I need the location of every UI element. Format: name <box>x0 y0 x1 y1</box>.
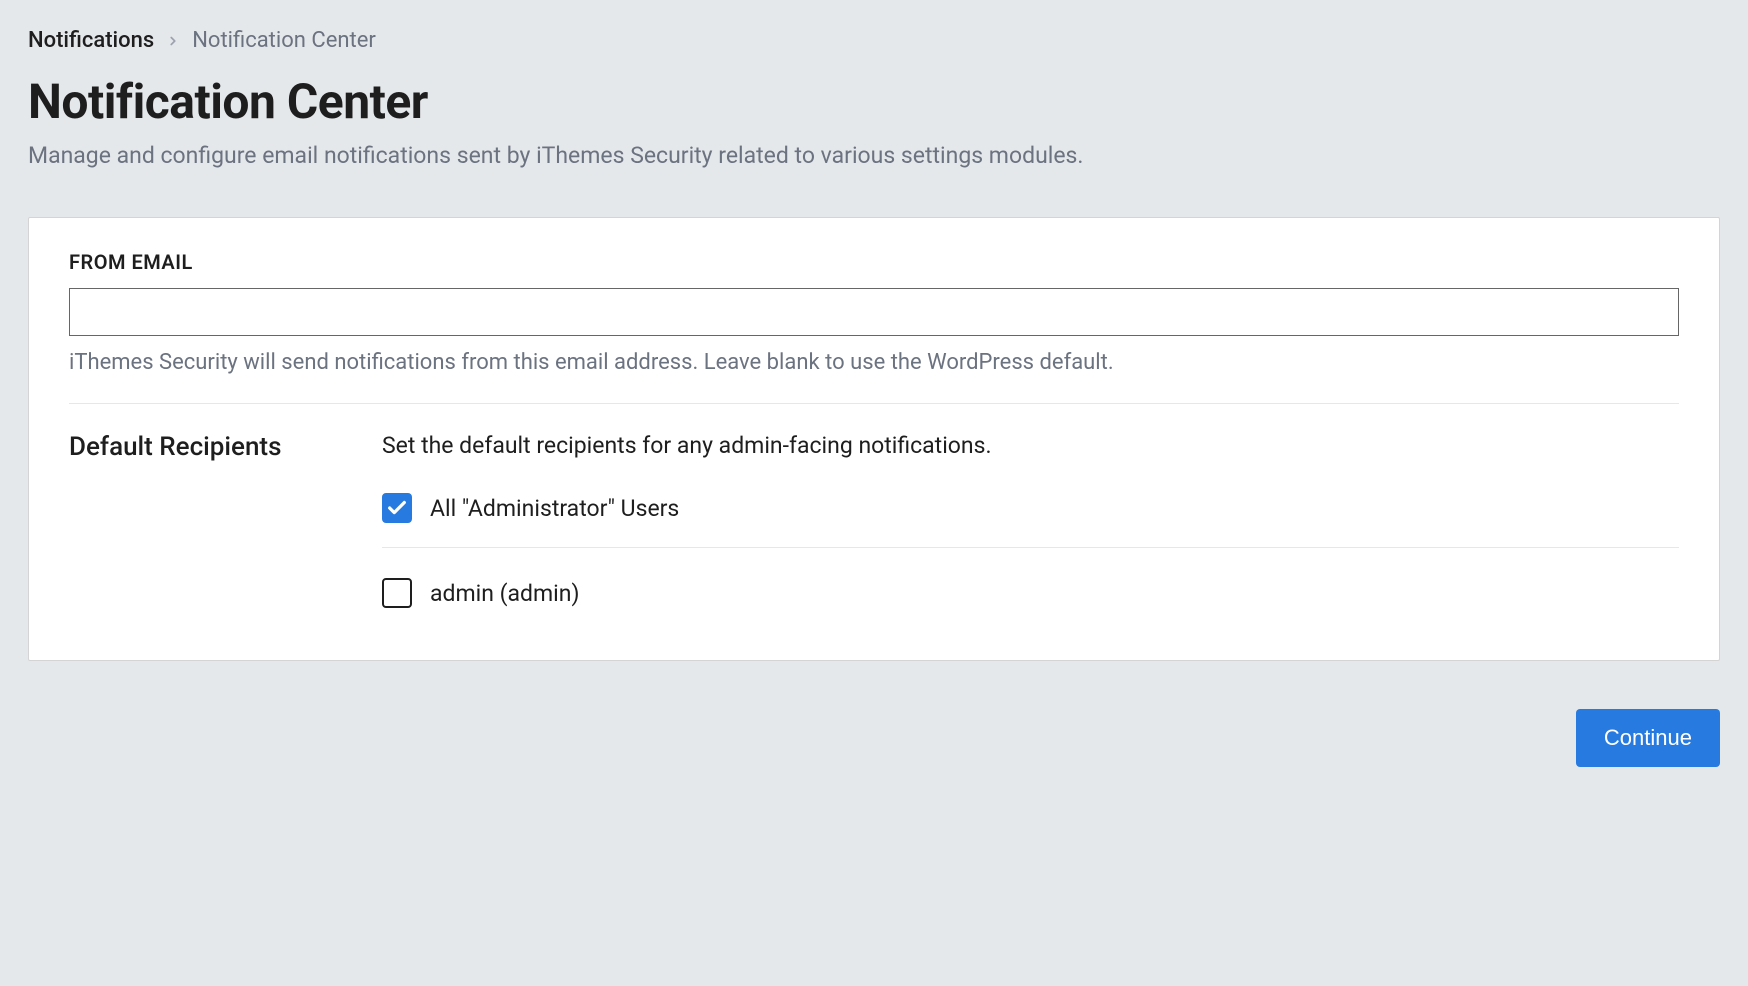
default-recipients-heading: Default Recipients <box>69 432 334 632</box>
default-recipients-section: Default Recipients Set the default recip… <box>69 404 1679 632</box>
checkbox-label-admin[interactable]: admin (admin) <box>430 580 579 607</box>
recipient-option-all-admins: All "Administrator" Users <box>382 487 1679 548</box>
chevron-right-icon <box>166 34 180 48</box>
from-email-help: iThemes Security will send notifications… <box>69 350 1679 375</box>
settings-card: FROM EMAIL iThemes Security will send no… <box>28 217 1720 661</box>
from-email-label: FROM EMAIL <box>69 250 1679 274</box>
page-subtitle: Manage and configure email notifications… <box>28 142 1720 169</box>
breadcrumb: Notifications Notification Center <box>28 28 1720 53</box>
default-recipients-description: Set the default recipients for any admin… <box>382 432 1679 459</box>
breadcrumb-current: Notification Center <box>192 28 376 53</box>
recipient-option-admin: admin (admin) <box>382 572 1679 632</box>
checkbox-admin[interactable] <box>382 578 412 608</box>
check-icon <box>386 497 408 519</box>
breadcrumb-parent[interactable]: Notifications <box>28 28 154 53</box>
checkbox-label-all-admins[interactable]: All "Administrator" Users <box>430 495 679 522</box>
checkbox-all-admins[interactable] <box>382 493 412 523</box>
continue-button[interactable]: Continue <box>1576 709 1720 767</box>
page-title: Notification Center <box>28 73 1720 130</box>
footer-actions: Continue <box>28 709 1720 767</box>
from-email-input[interactable] <box>69 288 1679 336</box>
